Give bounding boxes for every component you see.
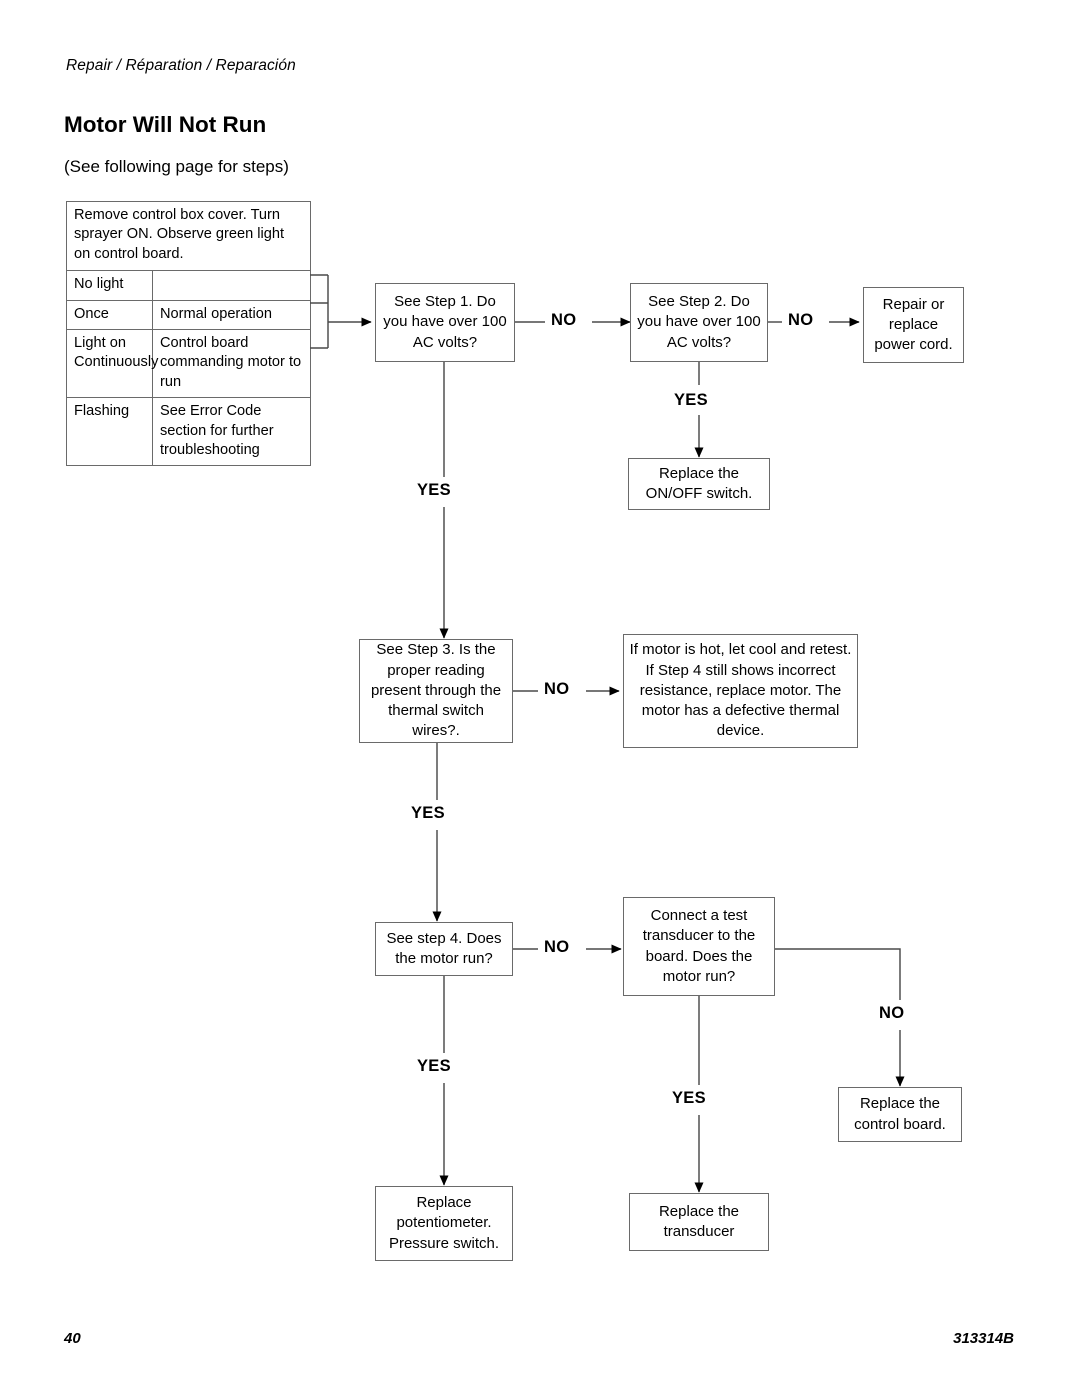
edge-label-no-step2: NO bbox=[786, 311, 816, 330]
edge-label-yes-step3: YES bbox=[409, 804, 447, 823]
observation-table: Remove control box cover. Turn sprayer O… bbox=[66, 200, 311, 467]
page-subtitle: (See following page for steps) bbox=[64, 157, 289, 176]
footer-document-number: 313314B bbox=[953, 1330, 1014, 1347]
flow-node-step2: See Step 2. Do you have over 100 AC volt… bbox=[630, 283, 768, 362]
footer-page-number: 40 bbox=[64, 1330, 81, 1347]
flow-node-step1: See Step 1. Do you have over 100 AC volt… bbox=[375, 283, 515, 362]
running-head: Repair / Réparation / Reparación bbox=[66, 57, 296, 74]
table-cell-condition: Light on Continuously bbox=[66, 329, 158, 399]
edge-label-no-step3: NO bbox=[542, 680, 572, 699]
flow-node-replace-transducer: Replace the transducer bbox=[629, 1193, 769, 1251]
edge-label-yes-step4: YES bbox=[415, 1057, 453, 1076]
table-row: Light on Continuously Control board comm… bbox=[66, 329, 311, 399]
table-cell-instruction: Remove control box cover. Turn sprayer O… bbox=[66, 200, 311, 272]
flow-node-replace-control-board: Replace the control board. bbox=[838, 1087, 962, 1142]
table-cell-result: Normal operation bbox=[152, 299, 311, 331]
flow-node-connect-transducer: Connect a test transducer to the board. … bbox=[623, 897, 775, 996]
page-title: Motor Will Not Run bbox=[64, 112, 267, 137]
table-row: No light bbox=[66, 270, 311, 301]
flow-node-replace-onoff-switch: Replace the ON/OFF switch. bbox=[628, 458, 770, 510]
table-cell-result: Control board commanding motor to run bbox=[152, 329, 311, 399]
flow-node-step3: See Step 3. Is the proper reading presen… bbox=[359, 639, 513, 743]
edge-label-no-step4: NO bbox=[542, 938, 572, 957]
table-cell-condition: Flashing bbox=[66, 397, 153, 467]
edge-label-yes-step1: YES bbox=[415, 481, 453, 500]
flow-node-step4: See step 4. Does the motor run? bbox=[375, 922, 513, 976]
edge-label-yes-step2: YES bbox=[672, 391, 710, 410]
table-cell-result bbox=[152, 270, 311, 301]
table-row: Once Normal operation bbox=[66, 299, 311, 331]
edge-label-no-step1: NO bbox=[549, 311, 579, 330]
edge-label-no-transducer: NO bbox=[877, 1004, 907, 1023]
document-page: Repair / Réparation / Reparación Motor W… bbox=[0, 0, 1080, 1397]
flow-node-replace-potentiometer: Replace potentiometer. Pressure switch. bbox=[375, 1186, 513, 1261]
table-cell-condition: Once bbox=[66, 299, 153, 331]
table-cell-result: See Error Code section for further troub… bbox=[152, 397, 311, 467]
flow-node-repair-power-cord: Repair or replace power cord. bbox=[863, 287, 964, 363]
flow-node-hot-motor: If motor is hot, let cool and retest. If… bbox=[623, 634, 858, 748]
edge-label-yes-transducer: YES bbox=[670, 1089, 708, 1108]
table-row: Flashing See Error Code section for furt… bbox=[66, 397, 311, 467]
table-cell-condition: No light bbox=[66, 270, 153, 301]
table-row-instruction: Remove control box cover. Turn sprayer O… bbox=[66, 200, 311, 272]
